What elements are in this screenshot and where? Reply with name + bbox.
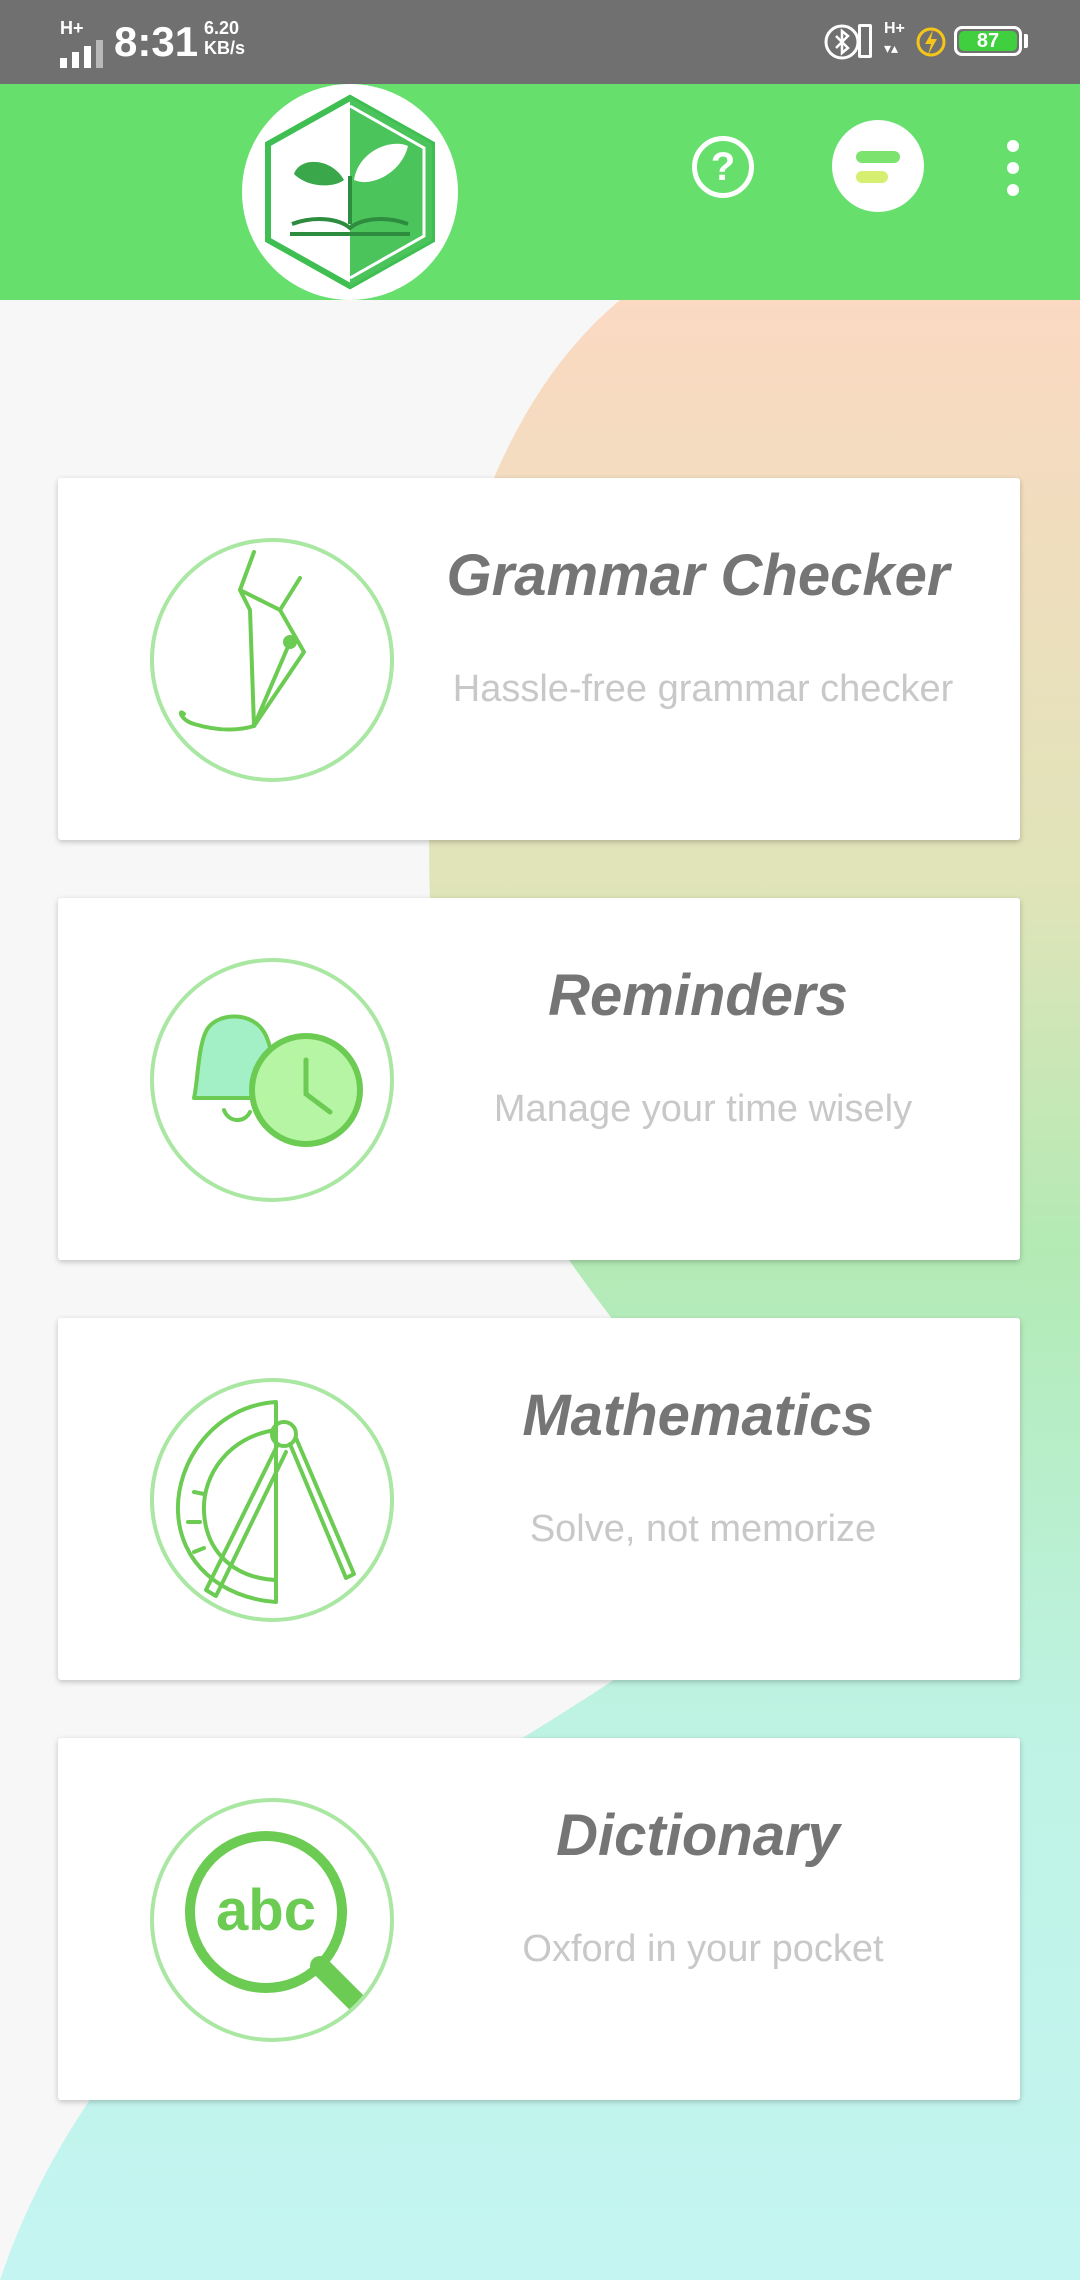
card-icon-circle: abc [150, 1798, 394, 2042]
card-subtitle: Solve, not memorize [529, 1508, 877, 1550]
card-title: Dictionary [556, 1803, 840, 1868]
battery-icon: 87 [954, 26, 1022, 56]
card-reminders[interactable]: Reminders Manage your time wisely [58, 898, 1020, 1260]
card-title: Reminders [548, 963, 848, 1028]
question-circle-icon: ? [710, 145, 736, 189]
app-logo[interactable] [242, 84, 458, 300]
speed-value: 6.20 [204, 18, 240, 38]
fountain-pen-icon [178, 550, 306, 732]
battery-level: 87 [976, 30, 1000, 52]
help-button[interactable]: ? [692, 136, 754, 198]
app-bar: ? [0, 84, 1080, 300]
abc-icon-text: abc [216, 1878, 316, 1943]
card-mathematics[interactable]: Mathematics Solve, not memorize [58, 1318, 1020, 1680]
speed-unit: KB/s [204, 38, 246, 58]
card-icon-circle [150, 958, 394, 1202]
compass-protractor-icon [175, 1400, 356, 1604]
card-subtitle: Manage your time wisely [493, 1088, 913, 1130]
network-type-2: H+ [884, 20, 905, 37]
status-bar: H+ 8:31 6.20 KB/s H+ ▾▴ 87 [0, 0, 1080, 84]
network-speed: 6.20 KB/s [204, 18, 245, 58]
plant-book-hexagon-logo [265, 94, 435, 290]
clock: 8:31 [114, 18, 199, 65]
card-icon-circle [150, 538, 394, 782]
signal-icon [60, 40, 106, 68]
card-dictionary[interactable]: abc Dictionary Oxford in your pocket [58, 1738, 1020, 2100]
abc-magnifier-icon: abc [185, 1831, 368, 2014]
bluetooth-icon [824, 24, 860, 60]
bell-clock-icon [192, 1014, 363, 1147]
card-title: Grammar Checker [446, 543, 950, 608]
data-arrows-icon: ▾▴ [884, 40, 899, 56]
card-icon-circle [150, 1378, 394, 1622]
card-subtitle: Oxford in your pocket [522, 1928, 884, 1970]
card-title: Mathematics [522, 1383, 874, 1448]
card-subtitle: Hassle-free grammar checker [452, 668, 954, 710]
overflow-menu-button[interactable] [998, 140, 1028, 196]
network-type: H+ [60, 18, 84, 38]
charging-icon [916, 27, 946, 57]
menu-button[interactable] [832, 120, 924, 212]
card-grammar-checker[interactable]: Grammar Checker Hassle-free grammar chec… [58, 478, 1020, 840]
sim-icon [858, 24, 872, 58]
